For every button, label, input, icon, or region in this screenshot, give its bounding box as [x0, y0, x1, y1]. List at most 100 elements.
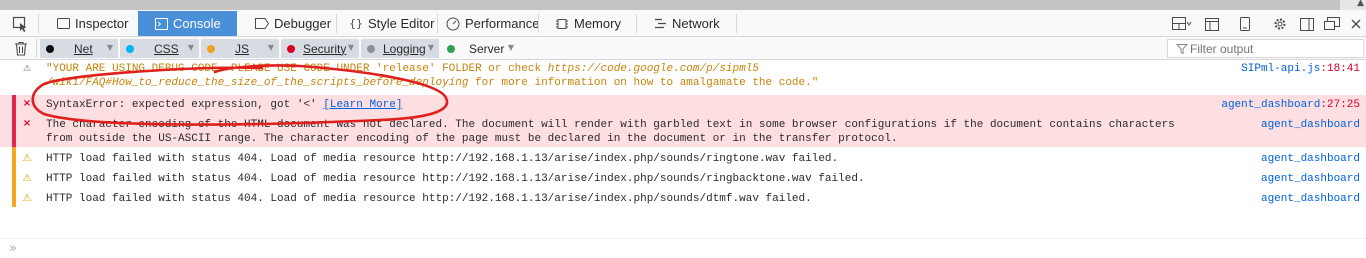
chevron-down-icon: ▼	[187, 43, 194, 52]
filter-label: JS	[235, 41, 250, 56]
filter-output-input[interactable]	[1167, 39, 1364, 58]
toggle-sidebar-button[interactable]	[1297, 14, 1317, 34]
tab-label: Debugger	[274, 16, 332, 31]
filter-js-button[interactable]: JS ▼	[201, 39, 279, 58]
message-text: HTTP load failed with status 404. Load o…	[46, 173, 865, 185]
sidebar-icon	[1300, 17, 1314, 31]
error-bar	[12, 115, 16, 147]
log-icon: ⚠	[22, 64, 32, 74]
devtools-toolbar: Inspector Console Debugger {} Style Edit…	[0, 10, 1366, 37]
scroll-up-arrow-icon[interactable]: ▲	[1357, 0, 1364, 8]
debugger-icon	[255, 17, 269, 31]
filter-net-button[interactable]: Net ▼	[40, 39, 118, 58]
filter-label: CSS	[154, 41, 179, 56]
tab-label: Memory	[574, 16, 621, 31]
chevron-down-icon: ▼	[267, 43, 274, 52]
horizontal-scrollbar[interactable]: ▲	[0, 0, 1366, 10]
tab-label: Inspector	[75, 16, 129, 31]
undock-button[interactable]	[1322, 14, 1342, 34]
message-source-link[interactable]: SIPml-api.js:18:41	[1241, 62, 1360, 76]
responsive-design-button[interactable]	[1235, 14, 1255, 34]
learn-more-link[interactable]: [Learn More]	[323, 99, 402, 111]
trash-icon	[15, 41, 27, 56]
console-message-error: × The character encoding of the HTML doc…	[0, 115, 1366, 147]
console-filter-bar: Net ▼ CSS ▼ JS ▼ Security ▼ Logging ▼ Se…	[0, 37, 1366, 60]
console-input[interactable]: »	[0, 238, 1366, 258]
warning-icon: ⚠	[22, 153, 32, 164]
message-text: /wiki/FAQ#How_to_reduce_the_size_of_the_…	[46, 77, 819, 89]
message-text: The character encoding of the HTML docum…	[46, 119, 1175, 131]
settings-button[interactable]	[1270, 14, 1290, 34]
tab-network[interactable]: Network	[637, 11, 735, 36]
error-bar	[12, 95, 16, 115]
chevron-down-icon: ▼	[347, 43, 354, 52]
tab-style-editor[interactable]: {} Style Editor	[337, 11, 437, 36]
message-source-link[interactable]: agent_dashboard	[1261, 152, 1360, 166]
message-text: "YOUR ARE USING DEBUG CODE. PLEASE USE C…	[46, 63, 759, 75]
gear-icon	[1274, 18, 1286, 30]
console-message-warning: ⚠ HTTP load failed with status 404. Load…	[0, 172, 1366, 186]
css-dot-icon	[126, 44, 134, 53]
message-source-link[interactable]: agent_dashboard	[1261, 192, 1360, 206]
element-picker-button[interactable]	[5, 14, 35, 34]
inspector-icon	[56, 17, 70, 31]
chevron-down-icon: ▼	[106, 43, 113, 52]
message-link[interactable]: https://code.google.com/p/sipml5	[548, 63, 759, 75]
error-icon: ×	[22, 98, 32, 109]
style-editor-icon: {}	[349, 17, 363, 30]
tab-memory[interactable]: Memory	[539, 11, 635, 36]
element-picker-icon	[12, 16, 27, 32]
logging-dot-icon	[367, 44, 375, 53]
dock-side-icon	[1205, 17, 1219, 31]
filter-label: Logging	[383, 41, 426, 56]
warning-icon: ⚠	[22, 193, 32, 204]
filter-server-button[interactable]: Server ▼	[441, 39, 519, 58]
tab-performance[interactable]: Performance	[438, 11, 540, 36]
tab-label: Console	[173, 16, 221, 31]
warning-icon: ⚠	[22, 173, 32, 184]
filter-security-button[interactable]: Security ▼	[281, 39, 359, 58]
toolbar-divider	[36, 39, 37, 58]
message-source-link[interactable]: agent_dashboard	[1261, 118, 1360, 132]
layout-icon	[1172, 17, 1192, 30]
filter-icon	[1176, 44, 1188, 55]
phone-icon	[1240, 17, 1250, 31]
tab-label: Performance	[465, 16, 540, 31]
toolbar-divider	[736, 14, 737, 33]
toolbar-divider	[38, 14, 39, 33]
message-source-link[interactable]: agent_dashboard	[1261, 172, 1360, 186]
tab-debugger[interactable]: Debugger	[239, 11, 335, 36]
close-devtools-button[interactable]	[1346, 14, 1366, 34]
message-link[interactable]: /wiki/FAQ#How_to_reduce_the_size_of_the_…	[46, 77, 468, 89]
tab-inspector[interactable]: Inspector	[40, 11, 136, 36]
console-message-error: × SyntaxError: expected expression, got …	[0, 95, 1366, 115]
performance-icon	[446, 17, 460, 31]
console-message-warning: ⚠ HTTP load failed with status 404. Load…	[0, 152, 1366, 166]
message-text: HTTP load failed with status 404. Load o…	[46, 193, 812, 205]
chevron-down-icon: ▼	[507, 43, 514, 52]
message-source-link[interactable]: agent_dashboard:27:25	[1221, 98, 1360, 112]
filter-label: Security	[303, 41, 347, 56]
filter-label: Net	[74, 41, 93, 56]
tab-console[interactable]: Console	[138, 11, 237, 36]
close-icon	[1351, 19, 1361, 29]
tab-label: Style Editor	[368, 16, 435, 31]
error-icon: ×	[22, 118, 32, 129]
prompt-chevron-icon: »	[9, 241, 17, 256]
message-text: SyntaxError: expected expression, got '<…	[46, 99, 403, 111]
message-text: HTTP load failed with status 404. Load o…	[46, 153, 839, 165]
console-icon	[154, 17, 168, 31]
network-icon	[653, 17, 667, 31]
filter-css-button[interactable]: CSS ▼	[120, 39, 199, 58]
message-text: from outside the US-ASCII range. The cha…	[46, 133, 898, 145]
console-message-warning: ⚠ HTTP load failed with status 404. Load…	[0, 192, 1366, 206]
filter-logging-button[interactable]: Logging ▼	[361, 39, 439, 58]
filter-label: Server	[469, 41, 505, 56]
dock-side-button[interactable]	[1202, 14, 1222, 34]
clear-console-button[interactable]	[14, 41, 28, 56]
memory-icon	[555, 17, 569, 31]
js-dot-icon	[207, 44, 215, 53]
scrollbar-thumb[interactable]	[0, 0, 1340, 10]
split-console-button[interactable]	[1170, 14, 1194, 34]
chevron-down-icon: ▼	[427, 43, 434, 52]
